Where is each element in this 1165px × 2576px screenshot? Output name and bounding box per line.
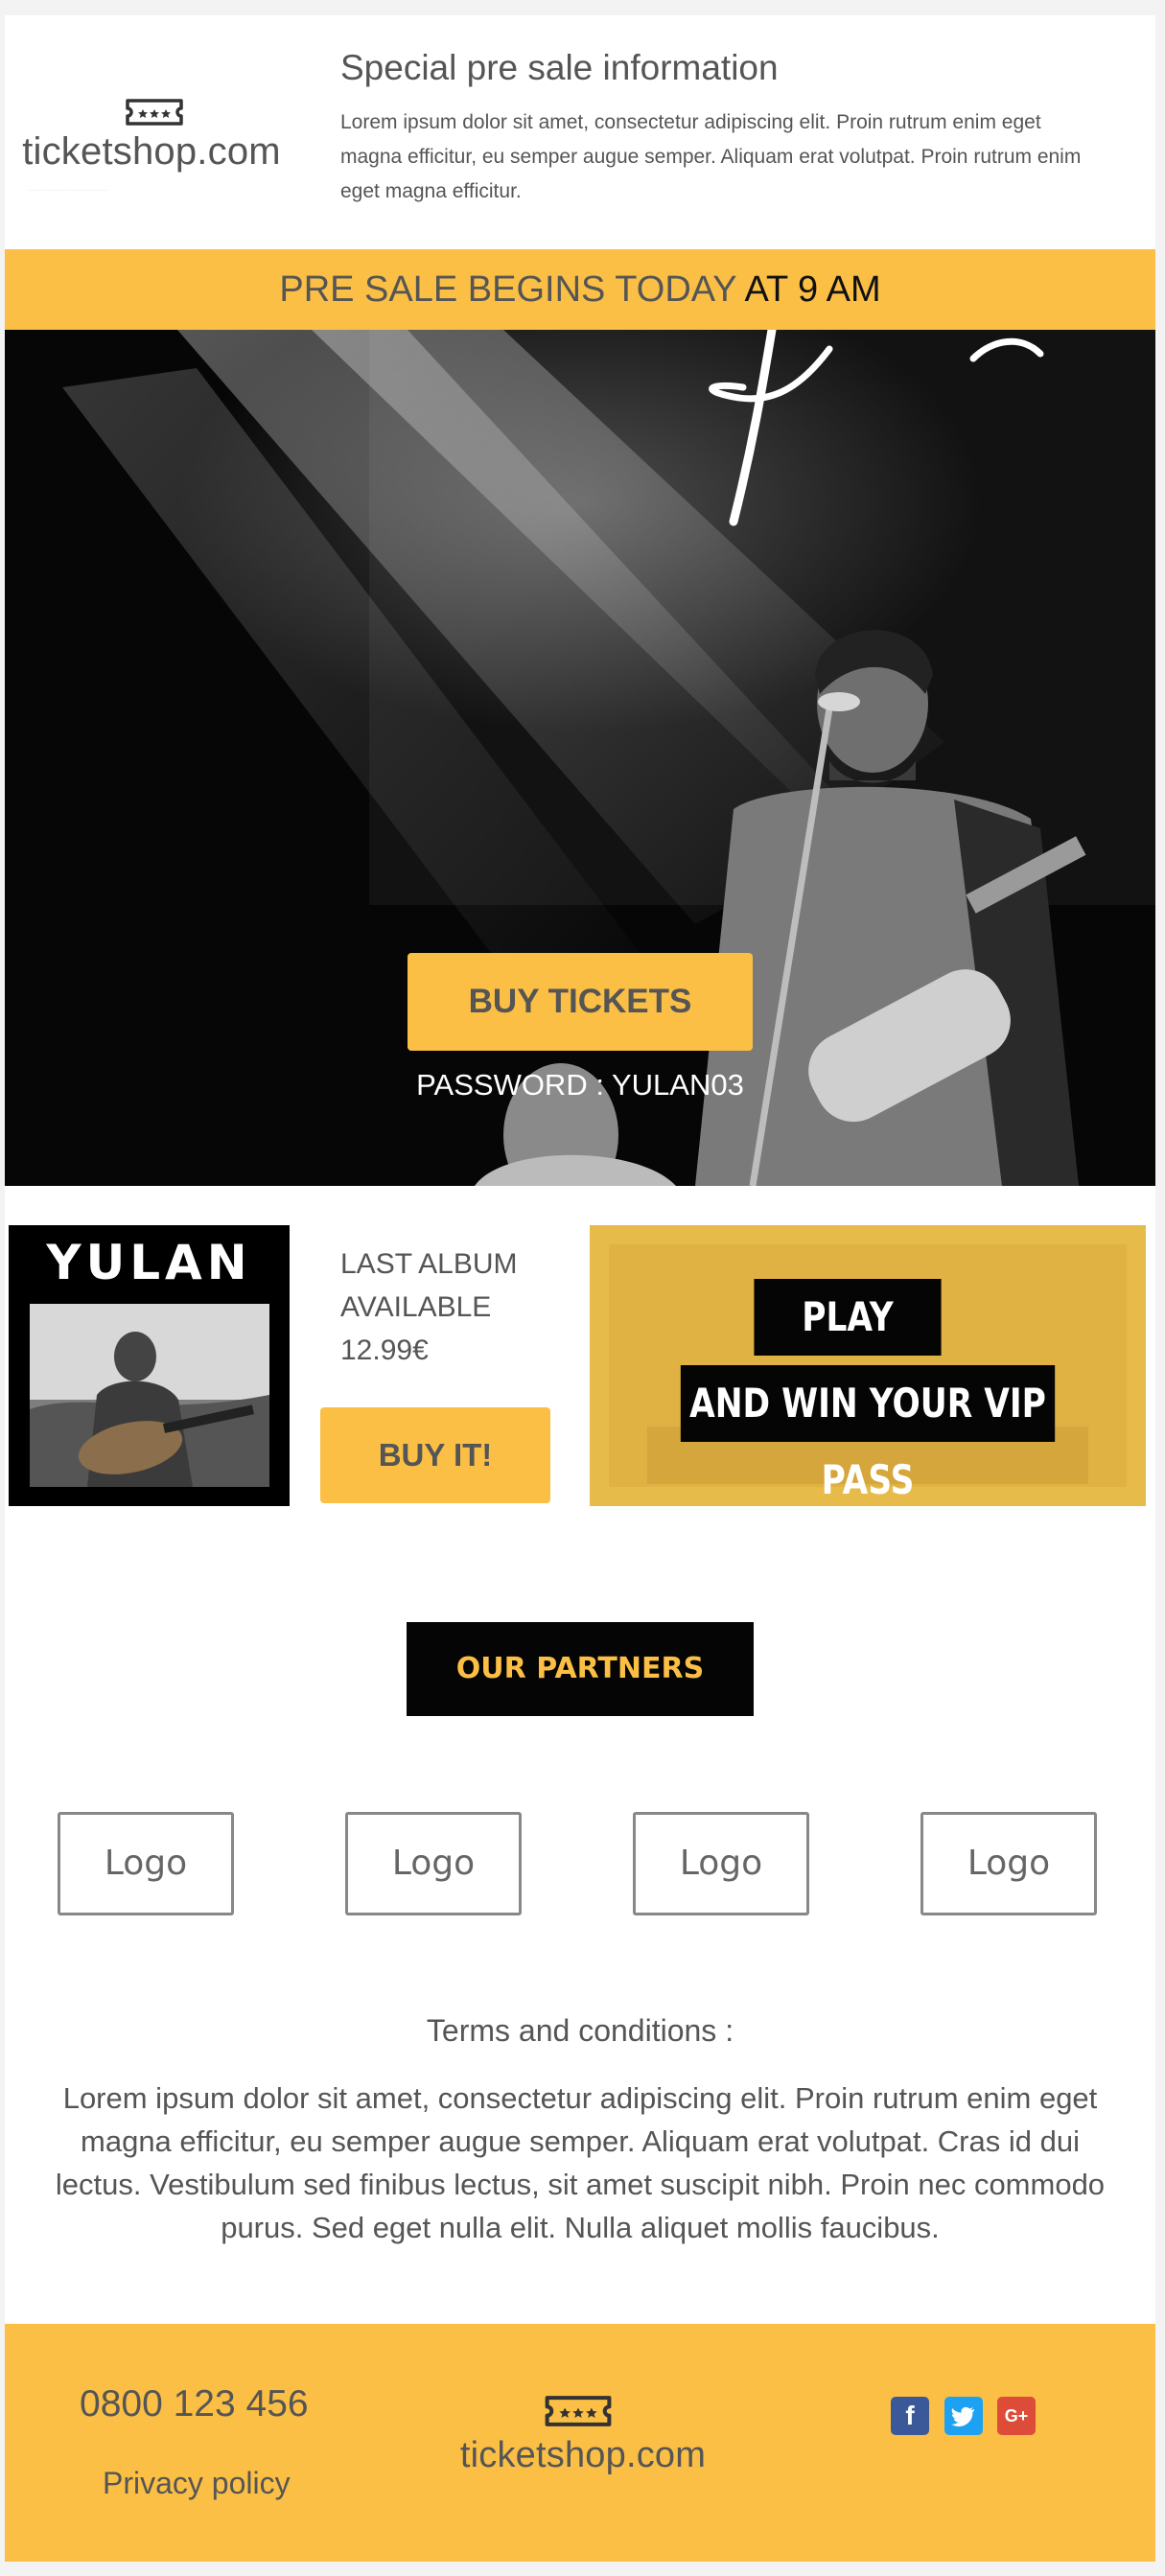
album-price: 12.99€ — [340, 1334, 429, 1366]
google-plus-icon[interactable]: G+ — [997, 2397, 1036, 2435]
terms-body: Lorem ipsum dolor sit amet, consectetur … — [55, 2081, 1106, 2244]
page-title: Special pre sale information — [340, 48, 779, 87]
twitter-bird-icon — [951, 2406, 975, 2426]
terms-heading: Terms and conditions : — [426, 2013, 734, 2048]
logo-tagline: ····································· — [28, 188, 108, 194]
privacy-policy-link[interactable]: Privacy policy — [103, 2466, 291, 2501]
logo-text: ticketshop.com — [22, 130, 281, 173]
email-container: ticketshop.com ·························… — [5, 15, 1155, 2562]
presale-password: PASSWORD : YULAN03 — [416, 1068, 744, 1102]
concert-photo — [5, 330, 1155, 1186]
album-info: LAST ALBUM AVAILABLE 12.99€ — [340, 1242, 551, 1372]
partners-heading: OUR PARTNERS — [407, 1622, 754, 1716]
twitter-icon[interactable] — [944, 2397, 983, 2435]
partner-logo-1[interactable]: Logo — [58, 1812, 234, 1915]
presale-text: PRE SALE BEGINS TODAY — [279, 269, 736, 310]
partner-logo-3[interactable]: Logo — [633, 1812, 809, 1915]
buy-tickets-button[interactable]: BUY TICKETS — [408, 953, 753, 1051]
album-info-line1: LAST ALBUM — [340, 1248, 518, 1280]
album-photo — [30, 1304, 269, 1487]
header-description: Lorem ipsum dolor sit amet, consectetur … — [340, 111, 1082, 202]
buy-album-button[interactable]: BUY IT! — [320, 1407, 550, 1503]
facebook-icon[interactable]: f — [891, 2397, 929, 2435]
footer-logo[interactable]: ticketshop.com — [454, 2393, 712, 2489]
album-band-name: YULAN — [46, 1235, 252, 1290]
album-info-line2: AVAILABLE — [340, 1291, 492, 1323]
ticket-icon — [126, 99, 183, 126]
partner-logo-2[interactable]: Logo — [345, 1812, 522, 1915]
partner-logo-4[interactable]: Logo — [920, 1812, 1097, 1915]
footer-logo-text: ticketshop.com — [459, 2435, 707, 2475]
phone-number[interactable]: 0800 123 456 — [80, 2383, 309, 2425]
footer: 0800 123 456 Privacy policy ticketshop.c… — [5, 2324, 1155, 2562]
ticket-icon — [545, 2396, 612, 2426]
vip-pass-banner[interactable]: PLAY NOW AND WIN YOUR VIP PASS — [590, 1225, 1146, 1506]
vip-line2: AND WIN YOUR VIP PASS — [680, 1365, 1056, 1503]
ticketshop-logo[interactable]: ticketshop.com ·························… — [22, 92, 281, 207]
presale-banner: PRE SALE BEGINS TODAY AT 9 AM — [5, 249, 1155, 330]
vip-line1: PLAY NOW — [754, 1279, 942, 1417]
presale-time: AT 9 AM — [744, 269, 881, 310]
album-cover[interactable]: YULAN — [9, 1225, 290, 1506]
hero-image: BUY TICKETS PASSWORD : YULAN03 — [5, 330, 1155, 1186]
header: ticketshop.com ·························… — [5, 15, 1155, 249]
